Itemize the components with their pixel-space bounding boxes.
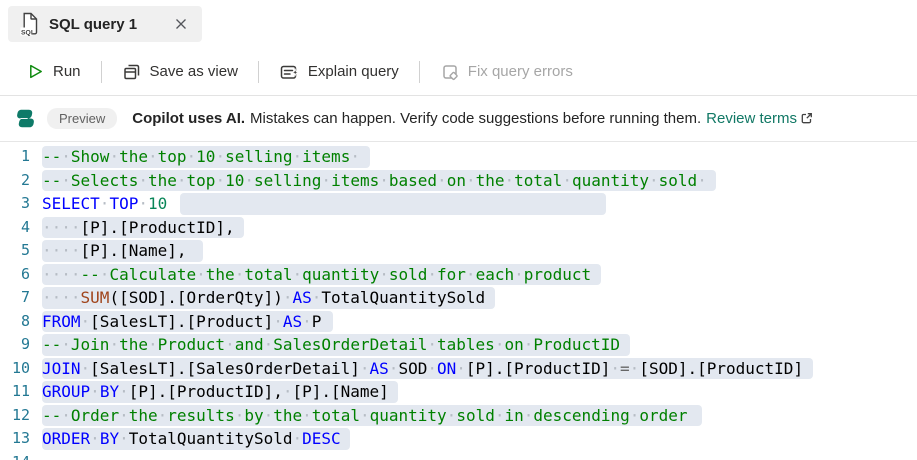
fix-query-errors-icon — [440, 62, 460, 82]
code-line[interactable]: 11GROUP·BY·[P].[ProductID],·[P].[Name] — [0, 380, 917, 404]
run-button[interactable]: Run — [18, 56, 89, 87]
line-number: 4 — [0, 216, 30, 240]
code-editor[interactable]: 1--·Show·the·top·10·selling·items·2--·Se… — [0, 142, 917, 460]
line-number: 6 — [0, 263, 30, 287]
line-number: 3 — [0, 192, 30, 216]
copilot-icon — [13, 106, 38, 131]
line-number: 7 — [0, 286, 30, 310]
code-line[interactable]: 12--·Order·the·results·by·the·total·quan… — [0, 404, 917, 428]
explain-query-button[interactable]: Explain query — [271, 56, 407, 88]
banner-message: Mistakes can happen. Verify code suggest… — [250, 110, 701, 127]
code-line[interactable]: 13ORDER·BY·TotalQuantitySold·DESC — [0, 427, 917, 451]
save-as-view-button[interactable]: Save as view — [114, 56, 246, 88]
toolbar-separator — [258, 61, 259, 83]
code-line[interactable]: 10JOIN·[SalesLT].[SalesOrderDetail]·AS·S… — [0, 357, 917, 381]
tab-bar: SQL SQL query 1 — [0, 0, 917, 48]
code-area[interactable]: 1--·Show·the·top·10·selling·items·2--·Se… — [0, 145, 917, 460]
copilot-preview-banner: Preview Copilot uses AI. Mistakes can ha… — [0, 96, 917, 142]
code-line[interactable]: 2--·Selects·the·top·10·selling·items·bas… — [0, 169, 917, 193]
selection-highlight — [180, 193, 606, 215]
code-line[interactable]: 6····--·Calculate·the·total·quantity·sol… — [0, 263, 917, 287]
toolbar-separator — [419, 61, 420, 83]
line-number: 13 — [0, 427, 30, 451]
svg-text:SQL: SQL — [21, 29, 35, 36]
query-toolbar: Run Save as view Explain — [0, 48, 917, 96]
sql-file-icon: SQL — [20, 12, 40, 36]
external-link-icon[interactable] — [799, 111, 814, 126]
code-line[interactable]: 14 — [0, 451, 917, 460]
sql-query-editor: SQL SQL query 1 Run — [0, 0, 917, 460]
line-number: 9 — [0, 333, 30, 357]
line-number: 5 — [0, 239, 30, 263]
code-line[interactable]: 4····[P].[ProductID], — [0, 216, 917, 240]
code-line[interactable]: 5····[P].[Name], — [0, 239, 917, 263]
code-line[interactable]: 1--·Show·the·top·10·selling·items· — [0, 145, 917, 169]
tab-sql-query-1[interactable]: SQL SQL query 1 — [8, 6, 202, 42]
fix-query-errors-button[interactable]: Fix query errors — [432, 56, 581, 88]
line-number: 11 — [0, 380, 30, 404]
line-number: 1 — [0, 145, 30, 169]
line-number: 12 — [0, 404, 30, 428]
play-icon — [26, 62, 45, 81]
preview-badge: Preview — [47, 108, 117, 129]
review-terms-link[interactable]: Review terms — [706, 110, 797, 127]
close-icon[interactable] — [174, 17, 188, 31]
line-number: 10 — [0, 357, 30, 381]
code-line[interactable]: 3SELECT·TOP·10 — [0, 192, 917, 216]
code-line[interactable]: 7····SUM([SOD].[OrderQty])·AS·TotalQuant… — [0, 286, 917, 310]
banner-bold-text: Copilot uses AI. — [132, 110, 245, 127]
tab-title: SQL query 1 — [49, 16, 137, 33]
line-number: 2 — [0, 169, 30, 193]
explain-query-sparkle-icon — [279, 62, 300, 82]
code-line[interactable]: 8FROM·[SalesLT].[Product]·AS·P — [0, 310, 917, 334]
save-as-view-icon — [122, 62, 142, 82]
line-number: 14 — [0, 451, 30, 460]
toolbar-separator — [101, 61, 102, 83]
code-line[interactable]: 9--·Join·the·Product·and·SalesOrderDetai… — [0, 333, 917, 357]
line-number: 8 — [0, 310, 30, 334]
